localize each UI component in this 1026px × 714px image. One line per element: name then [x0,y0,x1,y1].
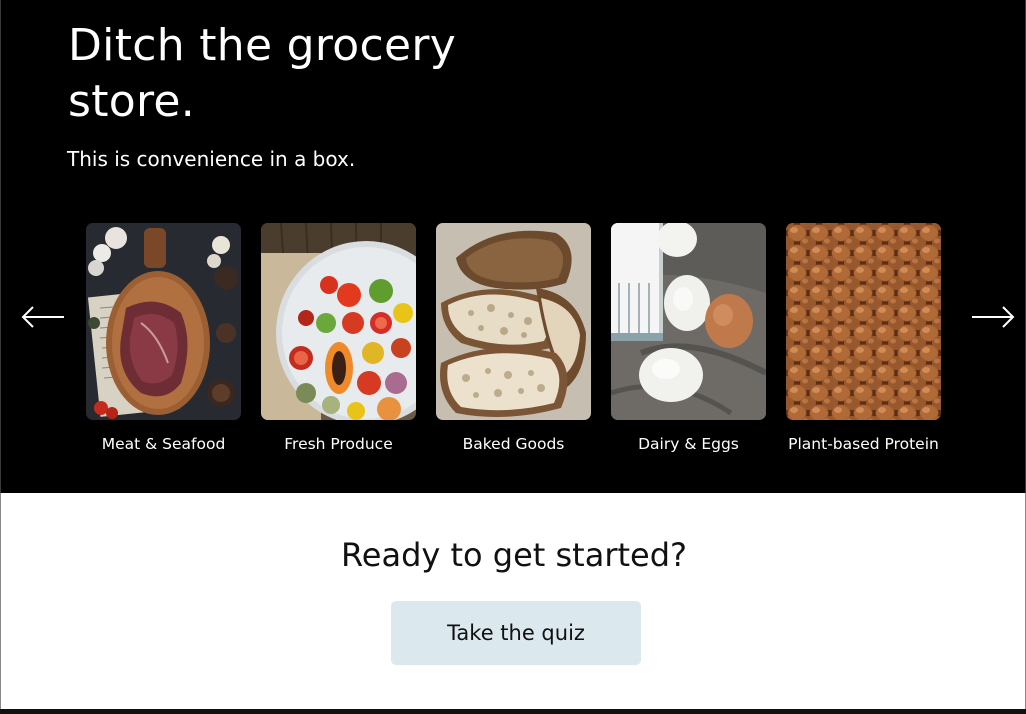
carousel-prev-button[interactable] [21,306,65,328]
cta-title: Ready to get started? [340,536,688,574]
category-label: Plant-based Protein [788,435,939,453]
category-card-fresh-produce[interactable]: Fresh Produce [261,223,416,455]
hero-section: Ditch the grocery store. This is conveni… [0,0,1026,493]
dairy-eggs-image [611,223,766,420]
arrow-left-icon [21,306,64,328]
category-card-meat-seafood[interactable]: Meat & Seafood [86,223,241,455]
baked-goods-image [436,223,591,420]
category-label: Fresh Produce [284,435,393,453]
plant-based-protein-image [786,223,941,420]
category-label: Meat & Seafood [101,435,226,453]
category-card-dairy-eggs[interactable]: Dairy & Eggs [611,223,766,455]
fresh-produce-image [261,223,416,420]
take-quiz-button[interactable]: Take the quiz [391,601,641,665]
category-card-plant-based-protein[interactable]: Plant-based Protein [786,223,941,455]
arrow-right-icon [972,306,1015,328]
meat-seafood-image [86,223,241,420]
category-label: Baked Goods [462,435,565,453]
bottom-divider [0,709,1026,714]
carousel-next-button[interactable] [971,306,1015,328]
category-label: Dairy & Eggs [638,435,739,453]
hero-subheadline: This is convenience in a box. [67,147,356,171]
category-card-baked-goods[interactable]: Baked Goods [436,223,591,455]
hero-headline: Ditch the grocery store. [68,20,457,127]
cta-section: Ready to get started? Take the quiz [0,493,1026,709]
